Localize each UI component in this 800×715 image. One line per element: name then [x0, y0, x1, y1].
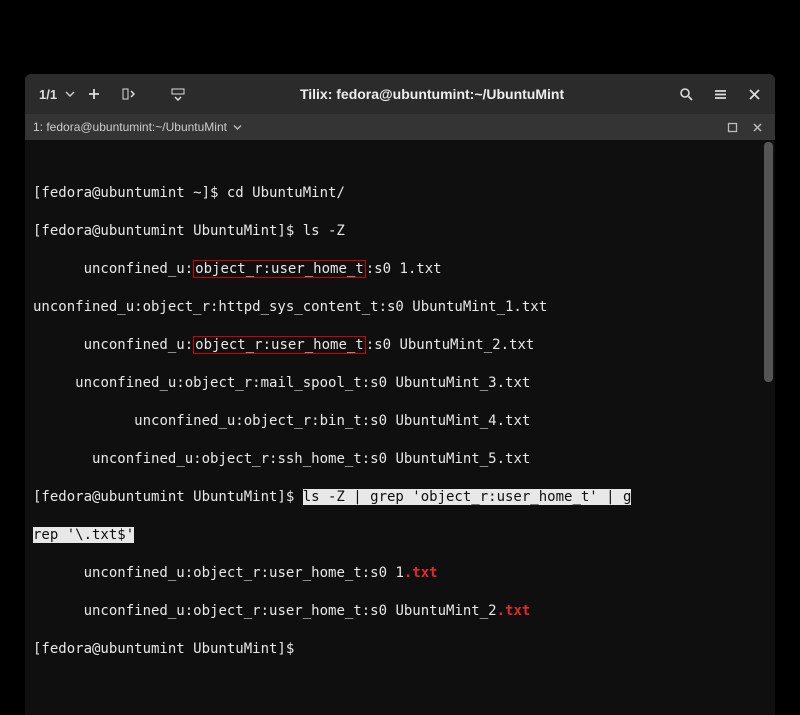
add-terminal-right-button[interactable] [113, 80, 143, 108]
chevron-down-icon[interactable] [233, 123, 242, 132]
selinux-context: :s0 1.txt [366, 261, 442, 277]
window-title: Tilix: fedora@ubuntumint:~/UbuntuMint [300, 86, 564, 102]
highlight-box: object_r:user_home_t [193, 336, 366, 354]
selinux-context: unconfined_u: [84, 337, 194, 353]
selected-command: ls -Z | grep 'object_r:user_home_t' | g [303, 489, 632, 505]
terminal-tab-label[interactable]: 1: fedora@ubuntumint:~/UbuntuMint [33, 120, 227, 134]
session-switcher[interactable]: 1/1 [31, 80, 75, 108]
terminal-tabbar: 1: fedora@ubuntumint:~/UbuntuMint [25, 114, 775, 140]
add-terminal-button[interactable] [79, 80, 109, 108]
indent [33, 337, 84, 353]
indent [33, 261, 84, 277]
grep-context: unconfined_u:object_r:user_home_t:s0 Ubu… [84, 603, 497, 619]
search-icon [679, 87, 694, 102]
titlebar: 1/1 Tilix: fedora@ubuntumint:~/UbuntuMin… [25, 74, 775, 114]
highlight-box: object_r:user_home_t [193, 260, 366, 278]
split-down-icon [170, 87, 186, 101]
session-label: 1/1 [31, 87, 65, 102]
maximize-pane-button[interactable] [723, 122, 742, 133]
split-right-icon [121, 87, 135, 101]
search-button[interactable] [671, 80, 701, 108]
selinux-context: unconfined_u: [84, 261, 194, 277]
grep-context: unconfined_u:object_r:user_home_t:s0 1 [84, 565, 404, 581]
maximize-icon [727, 122, 738, 133]
chevron-down-icon [65, 89, 75, 99]
selinux-context: unconfined_u:object_r:ssh_home_t:s0 Ubun… [92, 451, 530, 467]
indent [33, 451, 92, 467]
command-text: ls -Z [303, 223, 345, 239]
selinux-context: unconfined_u:object_r:httpd_sys_content_… [33, 299, 547, 315]
tilix-window: 1/1 Tilix: fedora@ubuntumint:~/UbuntuMin… [25, 74, 775, 715]
scrollbar[interactable] [764, 142, 773, 382]
selinux-context: unconfined_u:object_r:mail_spool_t:s0 Ub… [75, 375, 530, 391]
selected-command: rep '\.txt$' [33, 527, 134, 543]
indent [33, 413, 134, 429]
indent [33, 375, 75, 391]
indent [33, 603, 84, 619]
grep-match: .txt [404, 565, 438, 581]
plus-icon [87, 87, 101, 101]
add-terminal-down-button[interactable] [163, 80, 193, 108]
indent [33, 565, 84, 581]
close-pane-button[interactable] [748, 122, 767, 133]
close-icon [748, 88, 761, 101]
grep-match: .txt [497, 603, 531, 619]
prompt: [fedora@ubuntumint UbuntuMint]$ [33, 223, 303, 239]
prompt: [fedora@ubuntumint UbuntuMint]$ [33, 489, 303, 505]
close-icon [752, 122, 763, 133]
close-window-button[interactable] [739, 80, 769, 108]
prompt: [fedora@ubuntumint ~]$ [33, 185, 227, 201]
selinux-context: :s0 UbuntuMint_2.txt [366, 337, 535, 353]
prompt: [fedora@ubuntumint UbuntuMint]$ [33, 641, 303, 657]
hamburger-icon [713, 87, 728, 102]
selinux-context: unconfined_u:object_r:bin_t:s0 UbuntuMin… [134, 413, 530, 429]
command-text: cd UbuntuMint/ [227, 185, 345, 201]
menu-button[interactable] [705, 80, 735, 108]
terminal-output[interactable]: [fedora@ubuntumint ~]$ cd UbuntuMint/ [f… [25, 140, 775, 715]
